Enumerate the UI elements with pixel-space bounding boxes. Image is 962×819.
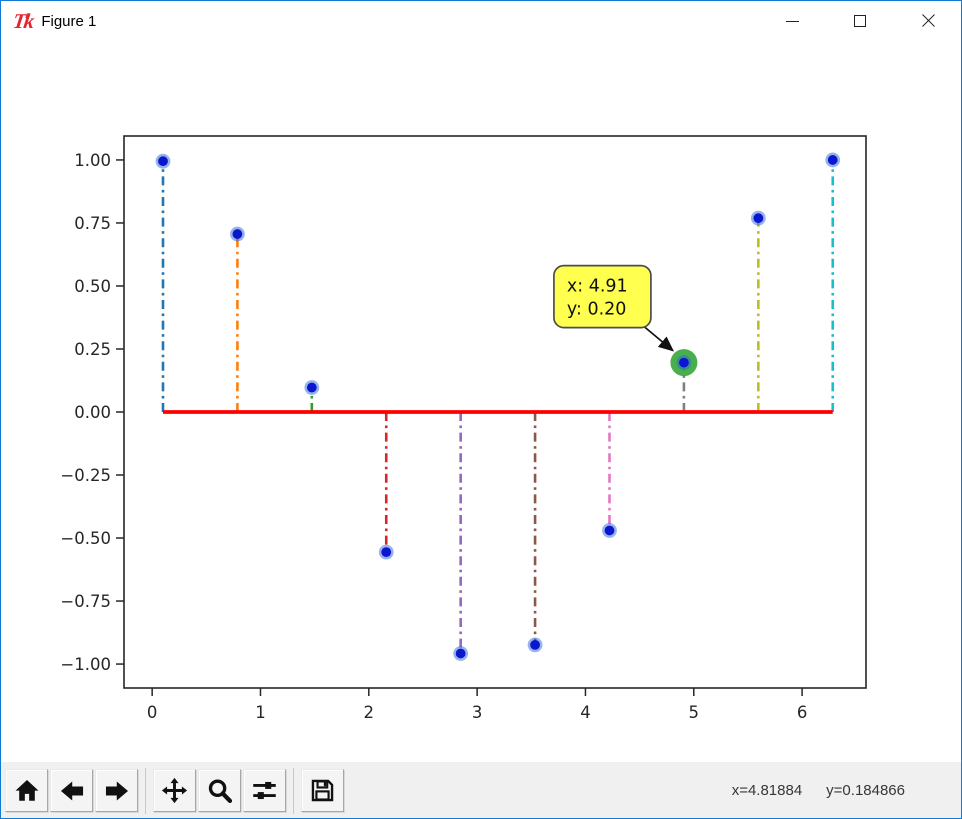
data-point-marker[interactable] [381,547,391,557]
data-point-marker[interactable] [158,156,168,166]
y-tick-label: 0.50 [74,277,111,296]
x-tick-label: 6 [797,703,808,722]
y-tick-label: −0.75 [60,592,111,611]
arrow-right-icon [104,778,130,804]
data-point-marker[interactable] [828,155,838,165]
y-tick-label: −0.25 [60,466,111,485]
data-point-marker[interactable] [753,213,763,223]
save-button[interactable] [301,769,344,812]
data-point-marker[interactable] [456,649,466,659]
y-tick-label: 0.75 [74,214,111,233]
y-tick-label: 1.00 [74,151,111,170]
sliders-icon [251,777,278,804]
data-point-marker[interactable] [307,383,317,393]
minimize-icon [786,21,799,22]
annotation-arrow [643,326,673,351]
x-tick-label: 5 [689,703,700,722]
x-tick-label: 3 [472,703,483,722]
forward-button[interactable] [95,769,138,812]
window-title: Figure 1 [41,13,96,30]
maximize-button[interactable] [837,1,883,41]
annotation-text: x: 4.91 [567,277,628,297]
figure-canvas[interactable]: 0 1 2 3 4 5 6 −1.00 −0.75 −0.50 −0.25 0.00 0.25 0.50 0… [1,41,961,762]
x-tick-label: 2 [364,703,375,722]
status-x-value: x=4.81884 [732,782,802,799]
zoom-rect-button[interactable] [198,769,241,812]
data-point-marker[interactable] [530,640,540,650]
back-button[interactable] [50,769,93,812]
x-tick-label: 1 [255,703,266,722]
configure-subplots-button[interactable] [243,769,286,812]
annotation-text: y: 0.20 [567,300,627,320]
close-icon [921,14,935,28]
toolbar-separator [293,768,294,814]
y-tick-label: −0.50 [60,529,111,548]
home-icon [14,778,40,804]
data-point-marker[interactable] [605,526,615,536]
window-controls [747,1,951,41]
magnifier-icon [206,777,233,804]
y-tick-label: 0.25 [74,340,111,359]
pan-button[interactable] [153,769,196,812]
data-point-marker[interactable] [679,358,689,368]
stem-plot[interactable]: 0 1 2 3 4 5 6 −1.00 −0.75 −0.50 −0.25 0.00 0.25 0.50 0… [1,41,961,762]
figure-window: Tk Figure 1 0123456−1.00−0.75−0.50−0.250… [0,0,962,819]
close-button[interactable] [905,1,951,41]
move-icon [161,777,188,804]
y-tick-label: −1.00 [60,655,111,674]
navigation-toolbar: x=4.81884 y=0.184866 [1,762,961,819]
arrow-left-icon [59,778,85,804]
cursor-status: x=4.81884 y=0.184866 [732,782,961,799]
data-point-marker[interactable] [233,229,243,239]
tk-logo-icon: Tk [12,11,34,32]
home-button[interactable] [5,769,48,812]
minimize-button[interactable] [769,1,815,41]
maximize-icon [854,15,866,27]
floppy-icon [309,777,336,804]
x-tick-label: 4 [580,703,591,722]
x-tick-label: 0 [147,703,158,722]
toolbar-separator [145,768,146,814]
status-y-value: y=0.184866 [826,782,905,799]
y-tick-label: 0.00 [74,403,111,422]
title-bar[interactable]: Tk Figure 1 [1,1,961,41]
